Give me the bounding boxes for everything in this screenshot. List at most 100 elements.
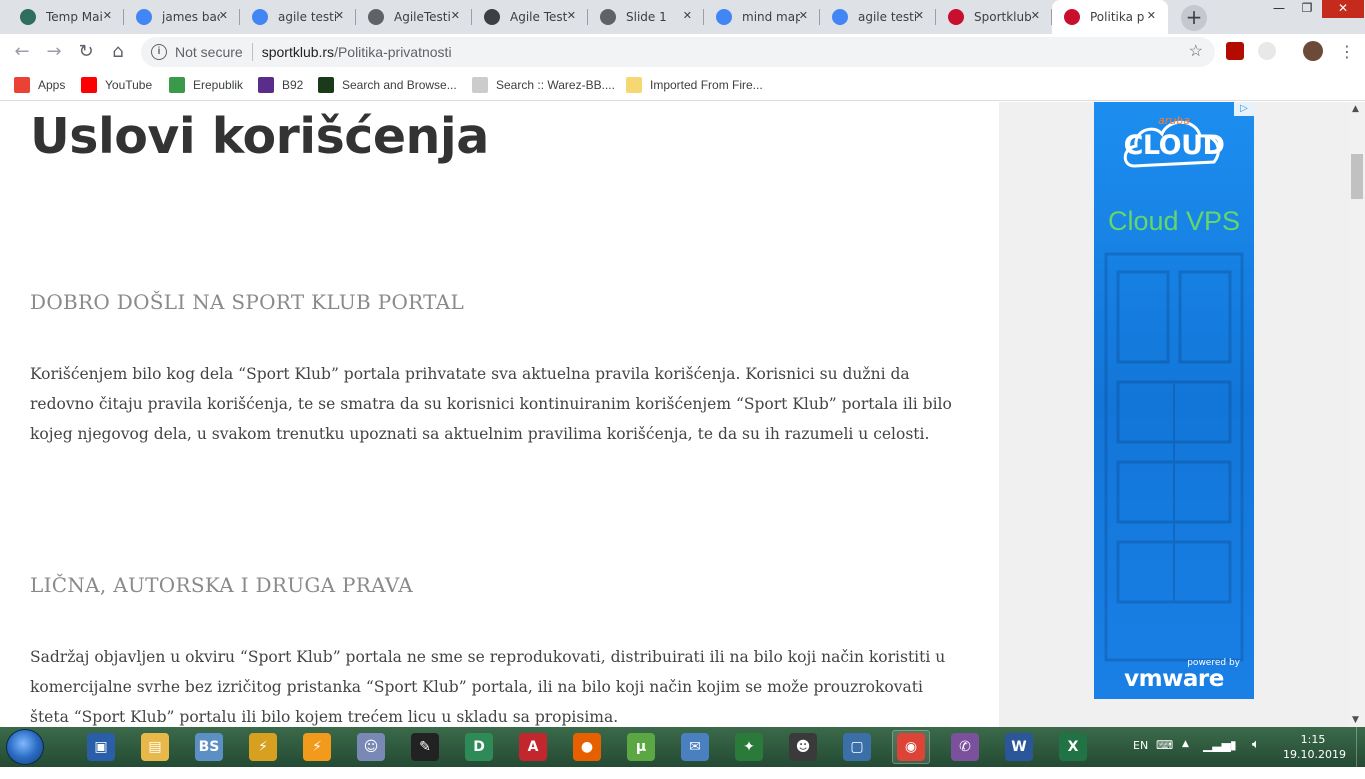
bookmark-item[interactable]: Search and Browse...	[318, 77, 457, 93]
bookmark-item[interactable]: Apps	[14, 77, 65, 93]
battery-icon[interactable]: ▮	[1230, 738, 1237, 778]
page-title: Uslovi korišćenja	[30, 108, 489, 165]
bookmark-label: Erepublik	[193, 78, 244, 92]
tray-expand-icon[interactable]: ▲	[1182, 739, 1189, 779]
browser-tab[interactable]: agile testi ✕	[240, 0, 356, 34]
taskbar-app[interactable]: ✉	[676, 730, 714, 764]
bookmark-star-icon[interactable]: ☆	[1189, 41, 1203, 61]
article: Uslovi korišćenja DOBRO DOŠLI NA SPORT K…	[0, 102, 999, 727]
browser-tab[interactable]: james bac ✕	[124, 0, 240, 34]
close-tab-icon[interactable]: ✕	[1147, 9, 1156, 22]
tab-title: mind map	[742, 10, 800, 24]
close-tab-icon[interactable]: ✕	[451, 9, 460, 22]
ad-brand: CLOUD	[1123, 130, 1225, 161]
taskbar-app[interactable]: X	[1054, 730, 1092, 764]
taskbar-app[interactable]: ⚡	[298, 730, 336, 764]
show-desktop-button[interactable]	[1356, 727, 1365, 767]
browser-tab[interactable]: Slide 1 ✕	[588, 0, 704, 34]
taskbar-app[interactable]: A	[514, 730, 552, 764]
excel-icon: X	[1059, 733, 1087, 761]
scroll-up-icon[interactable]: ▲	[1352, 104, 1359, 114]
save-drive-icon: ▣	[87, 733, 115, 761]
browser-tab[interactable]: mind map ✕	[704, 0, 820, 34]
tab-title: Slide 1	[626, 10, 667, 24]
volume-icon[interactable]: 🔈︎	[1252, 737, 1260, 777]
new-tab-button[interactable]: +	[1181, 5, 1207, 31]
taskbar-app[interactable]: ✆	[946, 730, 984, 764]
bookmark-label: Imported From Fire...	[650, 78, 763, 92]
browser-tab[interactable]: Agile Test ✕	[472, 0, 588, 34]
sportklub-icon	[948, 9, 964, 25]
bookmark-label: Search and Browse...	[342, 78, 457, 92]
google-icon	[716, 9, 732, 25]
scrollbar-thumb[interactable]	[1351, 154, 1363, 199]
scroll-down-icon[interactable]: ▼	[1352, 715, 1359, 725]
utorrent-icon: µ	[627, 733, 655, 761]
keyboard-icon[interactable]: ⌨	[1156, 738, 1173, 778]
taskbar-app[interactable]: W	[1000, 730, 1038, 764]
ad-headline: Cloud VPS	[1107, 206, 1241, 236]
url-path: /Politika-privatnosti	[334, 44, 452, 60]
close-tab-icon[interactable]: ✕	[103, 9, 112, 22]
b92-icon	[258, 77, 274, 93]
home-icon[interactable]: ⌂	[106, 40, 130, 64]
advertisement-banner[interactable]: ▷ aruba CLOUD Cloud VPS powered by vmwar…	[1094, 102, 1254, 699]
taskbar-app[interactable]: ☻	[784, 730, 822, 764]
taskbar-app[interactable]: ●	[568, 730, 606, 764]
taskbar-app[interactable]: D	[460, 730, 498, 764]
taskbar-app[interactable]: ▣	[82, 730, 120, 764]
restore-window-icon[interactable]: ❐	[1292, 0, 1322, 18]
close-window-icon[interactable]: ✕	[1322, 0, 1364, 18]
system-clock[interactable]: 1:15 19.10.2019	[1283, 732, 1346, 762]
bookmark-label: B92	[282, 78, 304, 92]
security-status[interactable]: Not secure	[175, 44, 243, 60]
taskbar-app[interactable]: ✎	[406, 730, 444, 764]
taskbar-app[interactable]: ▤	[136, 730, 174, 764]
close-tab-icon[interactable]: ✕	[335, 9, 344, 22]
taskbar-app[interactable]: BS	[190, 730, 228, 764]
close-tab-icon[interactable]: ✕	[1031, 9, 1040, 22]
minimize-window-icon[interactable]: —	[1264, 0, 1294, 18]
bookmark-item[interactable]: Imported From Fire...	[626, 77, 763, 93]
language-indicator[interactable]: EN	[1133, 739, 1148, 779]
network-signal-icon[interactable]: ▁▃▅	[1203, 738, 1231, 778]
tab-title: agile testi	[278, 10, 336, 24]
bookmark-item[interactable]: Search :: Warez-BB....	[472, 77, 615, 93]
menu-kebab-icon[interactable]: ⋮	[1335, 40, 1359, 64]
close-tab-icon[interactable]: ✕	[219, 9, 228, 22]
taskbar-app[interactable]: ⚡	[244, 730, 282, 764]
browser-tab[interactable]: agile testi ✕	[820, 0, 936, 34]
info-icon[interactable]: i	[151, 44, 167, 60]
taskbar-app[interactable]: ☺	[352, 730, 390, 764]
browser-tab[interactable]: AgileTesti ✕	[356, 0, 472, 34]
pdf-extension-icon[interactable]	[1226, 42, 1244, 60]
search-browse-icon	[318, 77, 334, 93]
forward-arrow-icon[interactable]: →	[42, 40, 66, 64]
browser-tab[interactable]: Politika p ✕	[1052, 0, 1168, 34]
viber-icon: ✆	[951, 733, 979, 761]
taskbar-app[interactable]: µ	[622, 730, 660, 764]
taskbar-app[interactable]: ◉	[892, 730, 930, 764]
vertical-scrollbar[interactable]: ▲ ▼	[1349, 102, 1365, 727]
extension-icon[interactable]	[1258, 42, 1276, 60]
taskbar-app[interactable]: ✦	[730, 730, 768, 764]
bookmark-item[interactable]: Erepublik	[169, 77, 243, 93]
back-arrow-icon[interactable]: ←	[10, 40, 34, 64]
file-explorer-icon: ▤	[141, 733, 169, 761]
profile-avatar[interactable]	[1303, 41, 1323, 61]
section-heading: LIČNA, AUTORSKA I DRUGA PRAVA	[30, 573, 414, 597]
bookmark-item[interactable]: B92	[258, 77, 303, 93]
reload-icon[interactable]: ↻	[74, 40, 98, 64]
bookmark-item[interactable]: YouTube	[81, 77, 152, 93]
taskbar-app[interactable]: ▢	[838, 730, 876, 764]
inkscape-icon: ✎	[411, 733, 439, 761]
close-tab-icon[interactable]: ✕	[799, 9, 808, 22]
browser-tab[interactable]: Temp Mai ✕	[8, 0, 124, 34]
start-button[interactable]	[6, 729, 44, 765]
server-rack-graphic	[1104, 252, 1244, 662]
close-tab-icon[interactable]: ✕	[567, 9, 576, 22]
close-tab-icon[interactable]: ✕	[915, 9, 924, 22]
address-bar[interactable]: i Not secure sportklub.rs/Politika-priva…	[141, 37, 1215, 67]
browser-tab[interactable]: Sportklub ✕	[936, 0, 1052, 34]
close-tab-icon[interactable]: ✕	[683, 9, 692, 22]
